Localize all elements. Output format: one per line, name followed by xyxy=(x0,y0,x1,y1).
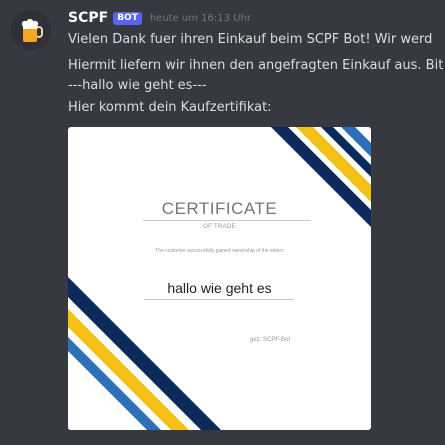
certificate-signature: gez. SCPF-Bot xyxy=(250,337,291,343)
message-line: Hiermit liefern wir ihnen den angefragte… xyxy=(68,58,444,73)
timestamp: heute um 16:13 Uhr xyxy=(149,12,251,24)
certificate-text: hallo wie geht es xyxy=(167,280,272,296)
certificate-description: The customer successfully gained ownersh… xyxy=(155,248,284,254)
message-line: ---hallo wie geht es--- xyxy=(68,78,207,93)
message-header: SCPF BOT heute um 16:13 Uhr xyxy=(68,9,251,27)
message-line: Hier kommt dein Kaufzertifikat: xyxy=(68,100,272,115)
stripe-decoration xyxy=(68,127,371,430)
certificate-title: CERTIFICATE xyxy=(161,199,278,218)
beer-mug-icon xyxy=(21,18,43,42)
username[interactable]: SCPF xyxy=(68,10,108,26)
certificate-image[interactable]: CERTIFICATE OF TRADE The customer succes… xyxy=(68,127,371,430)
message-line: Vielen Dank fuer ihren Einkauf beim SCPF… xyxy=(68,32,433,47)
avatar[interactable] xyxy=(11,10,51,50)
bot-tag: BOT xyxy=(113,11,142,25)
text-underline xyxy=(144,299,294,300)
title-divider xyxy=(143,220,311,221)
certificate-subtitle: OF TRADE xyxy=(203,224,236,230)
